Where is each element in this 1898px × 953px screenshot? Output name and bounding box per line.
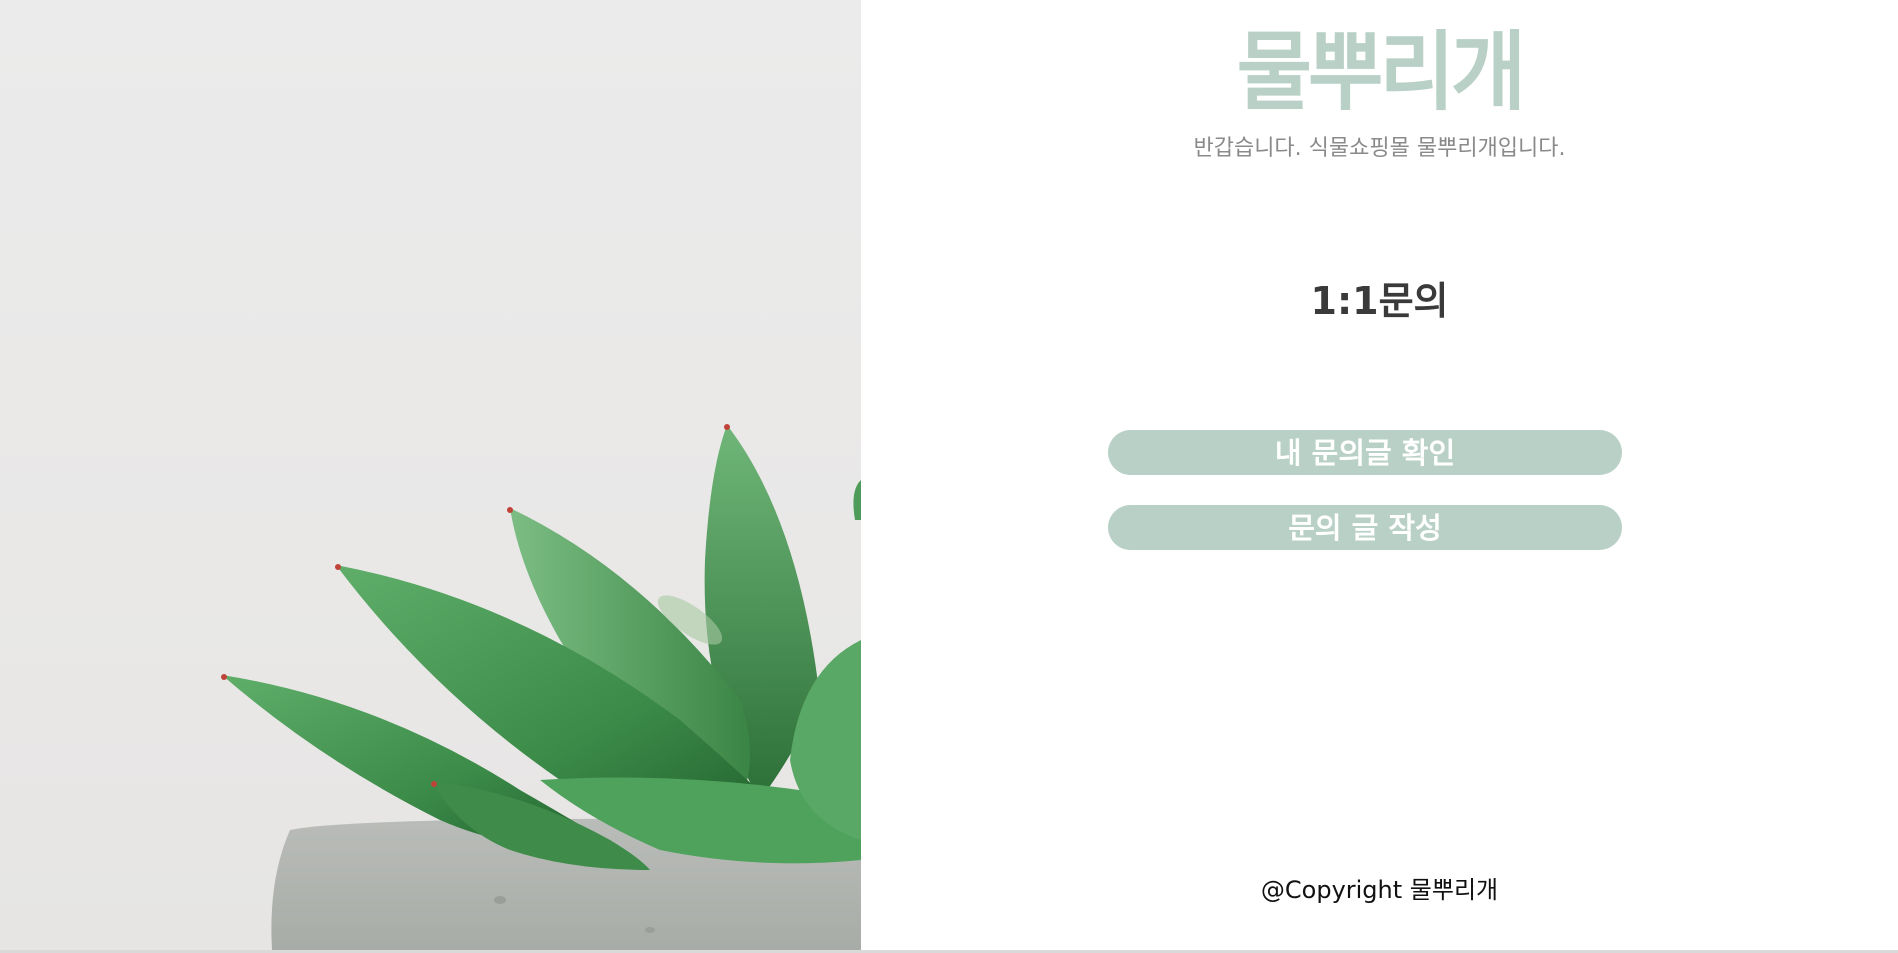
my-inquiries-button[interactable]: 내 문의글 확인 (1108, 430, 1622, 475)
brand-tagline: 반갑습니다. 식물쇼핑몰 물뿌리개입니다. (1193, 136, 1566, 161)
brand-logo[interactable]: 물뿌리개 (861, 20, 1898, 125)
succulent-plant-image (0, 0, 861, 950)
page-title: 1:1문의 (1310, 279, 1449, 323)
page: 물뿌리개 반갑습니다. 식물쇼핑몰 물뿌리개입니다. 1:1문의 내 문의글 확… (0, 0, 1898, 953)
footer-copyright: @Copyright 물뿌리개 (1260, 876, 1499, 904)
write-inquiry-button[interactable]: 문의 글 작성 (1108, 505, 1622, 550)
main-content: 물뿌리개 반갑습니다. 식물쇼핑몰 물뿌리개입니다. 1:1문의 내 문의글 확… (861, 0, 1898, 950)
